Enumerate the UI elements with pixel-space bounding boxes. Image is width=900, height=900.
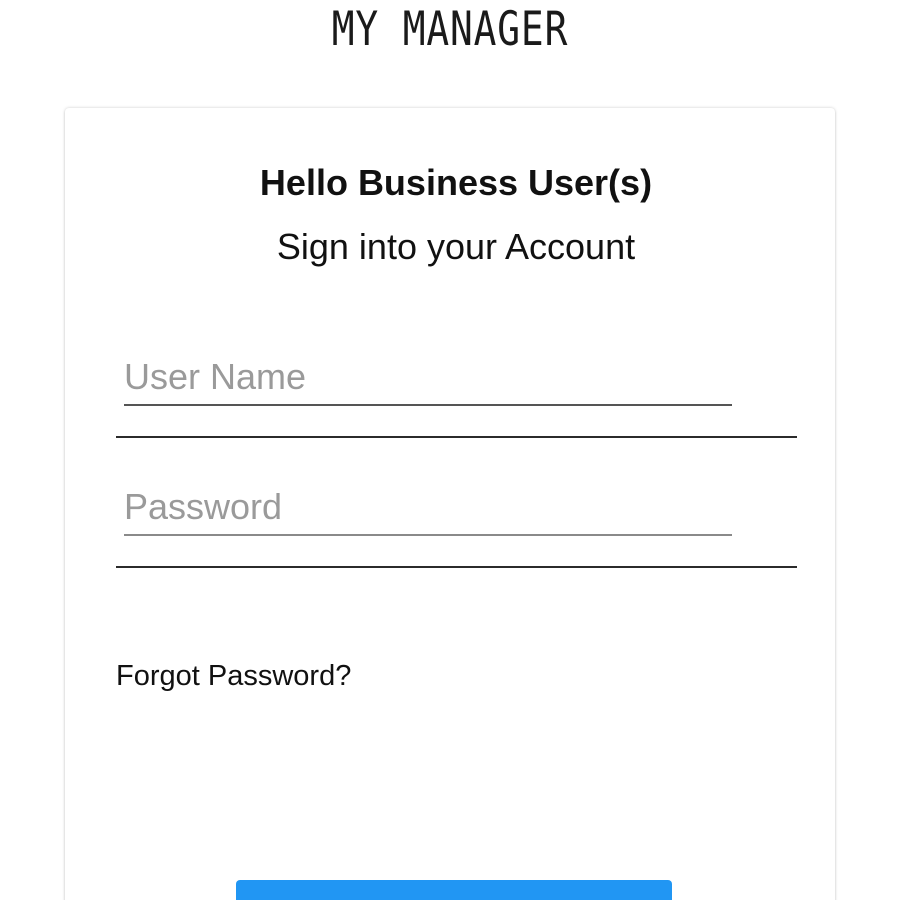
signin-button[interactable] <box>236 880 672 900</box>
username-field-underline <box>116 436 797 438</box>
forgot-password-link[interactable]: Forgot Password? <box>116 660 351 693</box>
greeting-heading: Hello Business User(s) <box>259 162 653 203</box>
password-field-underline <box>116 566 797 568</box>
username-field-container <box>116 350 797 440</box>
signin-subtitle: Sign into your Account <box>276 226 636 267</box>
password-input[interactable] <box>124 480 732 536</box>
app-logo: MY MANAGER <box>331 2 569 58</box>
username-input[interactable] <box>124 350 732 406</box>
password-field-container <box>116 480 797 570</box>
